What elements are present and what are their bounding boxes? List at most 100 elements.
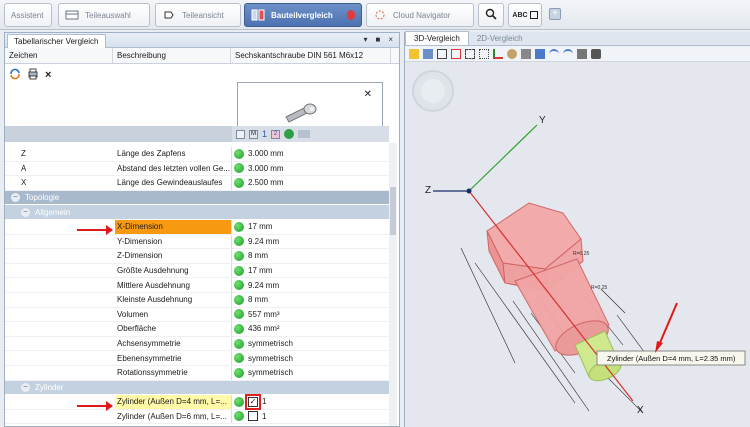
tab-2d-vergleich[interactable]: 2D-Vergleich xyxy=(469,32,531,45)
table-view-icon[interactable] xyxy=(236,129,245,139)
subgroup-zylinder[interactable]: − Zylinder xyxy=(5,380,391,396)
table-row[interactable]: Zylinder (Außen D=6 mm, L=... 1 xyxy=(5,409,391,425)
axis-label-y: Y xyxy=(539,115,546,126)
table-row[interactable]: Volumen 557 mm³ xyxy=(5,307,391,323)
tabular-comparison-panel: Tabellarischer Vergleich ▾ ■ × Zeichen B… xyxy=(4,32,400,427)
table-row[interactable]: X Länge des Gewindeauslaufes 2.500 mm xyxy=(5,176,391,191)
axis-icon[interactable] xyxy=(493,48,503,59)
tooltip: Zylinder (Außen D=4 mm, L=2.35 mm) xyxy=(596,350,746,366)
table-row[interactable]: Ebenensymmetrie symmetrisch xyxy=(5,351,391,366)
bucket-icon[interactable] xyxy=(423,48,433,59)
table-row-selected[interactable]: X-Dimension 17 mm xyxy=(5,219,391,235)
vertical-scrollbar[interactable] xyxy=(389,143,397,426)
measure-icon[interactable] xyxy=(507,48,517,59)
tab-teileauswahl[interactable]: Teileauswahl xyxy=(58,3,150,27)
search-button[interactable] xyxy=(478,3,504,27)
grid-icon[interactable] xyxy=(479,48,489,59)
remove-part-icon[interactable]: ✕ xyxy=(364,89,372,100)
collapse-icon[interactable]: − xyxy=(21,382,30,392)
3d-viewport[interactable]: Y Z X R=0.25 R=0.25 Zylinder (Außen D=4 … xyxy=(405,63,750,427)
table-row-highlighted[interactable]: Zylinder (Außen D=4 mm, L=... ✓ 1 xyxy=(5,393,391,410)
table-row[interactable]: A Abstand des letzten vollen Ge... 3.000… xyxy=(5,161,391,177)
maximize-icon[interactable]: ■ xyxy=(375,35,380,44)
section-icon[interactable] xyxy=(535,48,545,59)
table-row[interactable]: Achsensymmetrie symmetrisch xyxy=(5,336,391,352)
sync-icon[interactable] xyxy=(284,129,295,139)
refresh-icon[interactable] xyxy=(9,68,21,82)
show-in-3d-checkbox[interactable]: ✓ xyxy=(245,393,261,410)
row-value: 436 mm² xyxy=(248,324,280,334)
row-description: Z-Dimension xyxy=(117,251,163,261)
table-row[interactable]: Mittlere Ausdehnung 9.24 mm xyxy=(5,278,391,293)
show-in-3d-checkbox[interactable] xyxy=(248,411,258,422)
table-row[interactable]: Oberfläche 436 mm² xyxy=(5,322,391,337)
tab-teileansicht[interactable]: Teileansicht xyxy=(155,3,241,27)
tooltip-text: Zylinder (Außen D=4 mm, L=2.35 mm) xyxy=(607,354,736,363)
export-icon[interactable] xyxy=(298,130,311,138)
table-row[interactable]: Größte Ausdehnung 17 mm xyxy=(5,263,391,279)
status-dot-icon xyxy=(234,309,244,320)
group-topologie[interactable]: − Topologie xyxy=(5,190,391,206)
tab-bauteilvergleich[interactable]: Bauteilvergleich xyxy=(244,3,362,27)
top-tab-bar: Assistent Teileauswahl Teileansicht Baut… xyxy=(0,0,750,30)
m-toggle[interactable]: M xyxy=(249,129,258,139)
table-row[interactable]: Rotationssymmetrie symmetrisch xyxy=(5,365,391,381)
add-tab-button[interactable]: + xyxy=(549,8,561,20)
row-value: 17 mm xyxy=(248,266,273,276)
undo-icon[interactable] xyxy=(549,48,559,59)
compare-2-toggle[interactable]: 2 xyxy=(271,129,281,139)
close-icon[interactable]: × xyxy=(388,35,393,44)
view-cube-icon[interactable] xyxy=(412,70,454,112)
dimension-label: R=0.25 xyxy=(573,251,589,257)
tab-3d-vergleich[interactable]: 3D-Vergleich xyxy=(405,31,469,45)
settings-icon[interactable] xyxy=(591,48,601,59)
group-label: Topologie xyxy=(25,193,60,203)
remove-icon[interactable]: × xyxy=(45,69,51,81)
tab-label: Teileansicht xyxy=(182,10,224,20)
table-row[interactable]: Z Länge des Zapfens 3.000 mm xyxy=(5,147,391,162)
3d-comparison-panel: 3D-Vergleich 2D-Vergleich Y Z X R=0.25 R… xyxy=(404,31,750,427)
column-header-part[interactable]: Sechskantschraube DIN 561 M6x12 xyxy=(231,48,391,63)
row-value: 557 mm³ xyxy=(248,309,280,319)
spellcheck-button[interactable]: ABC xyxy=(508,3,542,27)
scrollbar-thumb[interactable] xyxy=(390,187,396,235)
camera-icon[interactable] xyxy=(577,48,587,59)
print-icon[interactable] xyxy=(27,68,39,82)
frame-red-icon[interactable] xyxy=(451,48,461,59)
row-value: symmetrisch xyxy=(248,339,293,349)
tab-label: Teileauswahl xyxy=(85,10,131,20)
table-row[interactable]: Y-Dimension 9.24 mm xyxy=(5,234,391,250)
subgroup-allgemein[interactable]: − Allgemein xyxy=(5,205,391,220)
table-icon xyxy=(529,11,538,19)
grid-toolbar: M 1 2 xyxy=(5,126,389,142)
table-row[interactable]: Z-Dimension 8 mm xyxy=(5,249,391,264)
ruler-icon[interactable] xyxy=(521,48,531,59)
tab-assistent[interactable]: Assistent xyxy=(4,3,52,27)
column-header-description[interactable]: Beschreibung xyxy=(113,48,231,63)
close-tab-icon[interactable] xyxy=(346,10,355,20)
frame-icon[interactable] xyxy=(437,48,447,59)
collapse-icon[interactable]: − xyxy=(11,193,20,203)
tab-label: Cloud Navigator xyxy=(393,10,451,20)
table-row[interactable]: Kleinste Ausdehnung 8 mm xyxy=(5,292,391,308)
dropdown-icon[interactable]: ▾ xyxy=(363,35,367,44)
status-dot-icon xyxy=(234,353,244,364)
view-tabs: 3D-Vergleich 2D-Vergleich xyxy=(405,31,750,46)
row-description: Y-Dimension xyxy=(117,236,163,246)
frame-dashed-icon[interactable] xyxy=(465,48,475,59)
select-icon[interactable] xyxy=(409,48,419,59)
status-dot-icon xyxy=(234,236,244,247)
row-description: Zylinder (Außen D=4 mm, L=... xyxy=(115,395,231,409)
redo-icon[interactable] xyxy=(563,48,573,59)
tab-cloud-navigator[interactable]: Cloud Navigator xyxy=(366,3,474,27)
status-dot-icon xyxy=(234,265,244,276)
abc-label: ABC xyxy=(512,11,528,19)
collapse-icon[interactable]: − xyxy=(21,207,30,217)
status-dot-icon xyxy=(234,367,244,378)
row-description: X-Dimension xyxy=(115,219,231,234)
status-dot-icon xyxy=(234,163,244,174)
row-value: 17 mm xyxy=(248,222,273,232)
column-header-sign[interactable]: Zeichen xyxy=(5,48,113,63)
compare-1-toggle[interactable]: 1 xyxy=(262,129,267,139)
search-icon xyxy=(485,8,497,22)
